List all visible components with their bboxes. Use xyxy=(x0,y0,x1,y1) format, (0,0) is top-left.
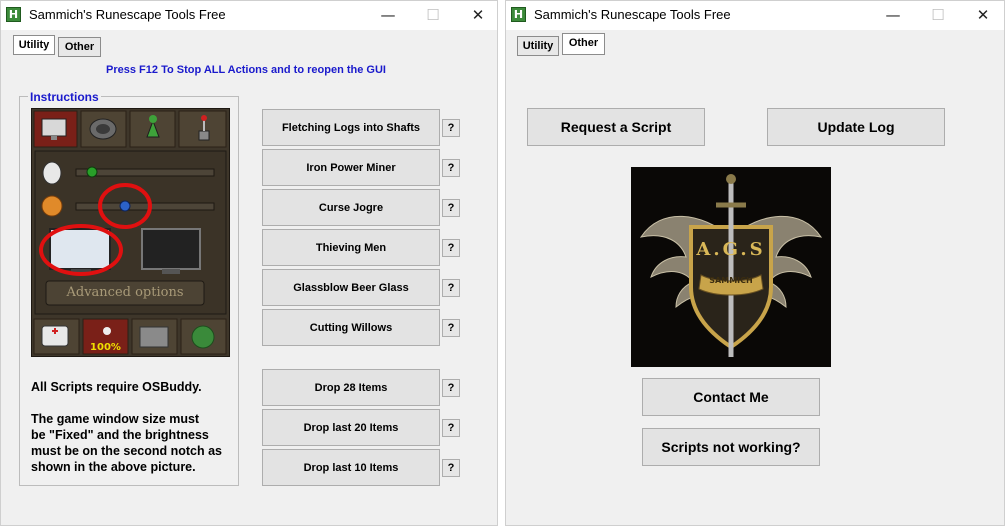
close-button[interactable]: ✕ xyxy=(971,4,995,26)
instruction-line: All Scripts require OSBuddy. xyxy=(31,380,202,394)
script-button-iron-miner[interactable]: Iron Power Miner xyxy=(262,149,440,186)
window-title: Sammich's Runescape Tools Free xyxy=(29,7,226,22)
script-button-cutting-willows[interactable]: Cutting Willows xyxy=(262,309,440,346)
tab-other[interactable]: Other xyxy=(562,33,605,55)
script-button-curse-jogre[interactable]: Curse Jogre xyxy=(262,189,440,226)
script-button-thieving-men[interactable]: Thieving Men xyxy=(262,229,440,266)
minimize-button[interactable]: — xyxy=(881,4,905,26)
help-button[interactable]: ? xyxy=(442,279,460,297)
close-button[interactable]: ✕ xyxy=(466,4,490,26)
instruction-line xyxy=(31,395,236,411)
right-window: H Sammich's Runescape Tools Free — ☐ ✕ U… xyxy=(505,0,1005,526)
help-button[interactable]: ? xyxy=(442,119,460,137)
help-button[interactable]: ? xyxy=(442,319,460,337)
title-bar[interactable]: H Sammich's Runescape Tools Free — ☐ ✕ xyxy=(1,1,497,30)
app-icon: H xyxy=(511,7,526,22)
logo-text: A.G.S xyxy=(696,239,766,260)
scripts-not-working-button[interactable]: Scripts not working? xyxy=(642,428,820,466)
title-bar[interactable]: H Sammich's Runescape Tools Free — ☐ ✕ xyxy=(506,1,1004,30)
script-button-drop-10[interactable]: Drop last 10 Items xyxy=(262,449,440,486)
instruction-line: shown in the above picture. xyxy=(31,460,196,474)
instruction-line: The game window size must xyxy=(31,412,200,426)
stop-notice: Press F12 To Stop ALL Actions and to reo… xyxy=(106,64,386,76)
maximize-button[interactable]: ☐ xyxy=(926,4,950,26)
advanced-options-label: Advanced options xyxy=(66,285,184,300)
logo-illustration xyxy=(639,174,823,357)
tab-other[interactable]: Other xyxy=(58,37,101,57)
contact-me-button[interactable]: Contact Me xyxy=(642,378,820,416)
left-window: H Sammich's Runescape Tools Free — ☐ ✕ U… xyxy=(0,0,498,526)
script-button-drop-20[interactable]: Drop last 20 Items xyxy=(262,409,440,446)
logo-banner: SAMMICH xyxy=(709,276,753,285)
minimize-button[interactable]: — xyxy=(376,4,400,26)
window-title: Sammich's Runescape Tools Free xyxy=(534,7,731,22)
help-button[interactable]: ? xyxy=(442,379,460,397)
help-button[interactable]: ? xyxy=(442,159,460,177)
maximize-button[interactable]: ☐ xyxy=(421,4,445,26)
run-energy-label: 100% xyxy=(90,342,121,353)
instruction-line: be "Fixed" and the brightness xyxy=(31,428,209,442)
help-button[interactable]: ? xyxy=(442,199,460,217)
instruction-line: must be on the second notch as xyxy=(31,444,222,458)
tab-utility[interactable]: Utility xyxy=(13,35,55,55)
script-button-glassblow[interactable]: Glassblow Beer Glass xyxy=(262,269,440,306)
tab-utility[interactable]: Utility xyxy=(517,36,559,56)
ags-logo: A.G.S SAMMICH xyxy=(631,167,831,367)
app-icon: H xyxy=(6,7,21,22)
request-script-button[interactable]: Request a Script xyxy=(527,108,705,146)
update-log-button[interactable]: Update Log xyxy=(767,108,945,146)
instructions-text: All Scripts require OSBuddy. The game wi… xyxy=(31,379,236,475)
script-button-fletching[interactable]: Fletching Logs into Shafts xyxy=(262,109,440,146)
settings-screenshot: Advanced options 100% xyxy=(31,108,230,357)
help-button[interactable]: ? xyxy=(442,239,460,257)
settings-illustration xyxy=(32,109,229,356)
help-button[interactable]: ? xyxy=(442,459,460,477)
instructions-title: Instructions xyxy=(28,90,101,104)
script-button-drop-28[interactable]: Drop 28 Items xyxy=(262,369,440,406)
help-button[interactable]: ? xyxy=(442,419,460,437)
